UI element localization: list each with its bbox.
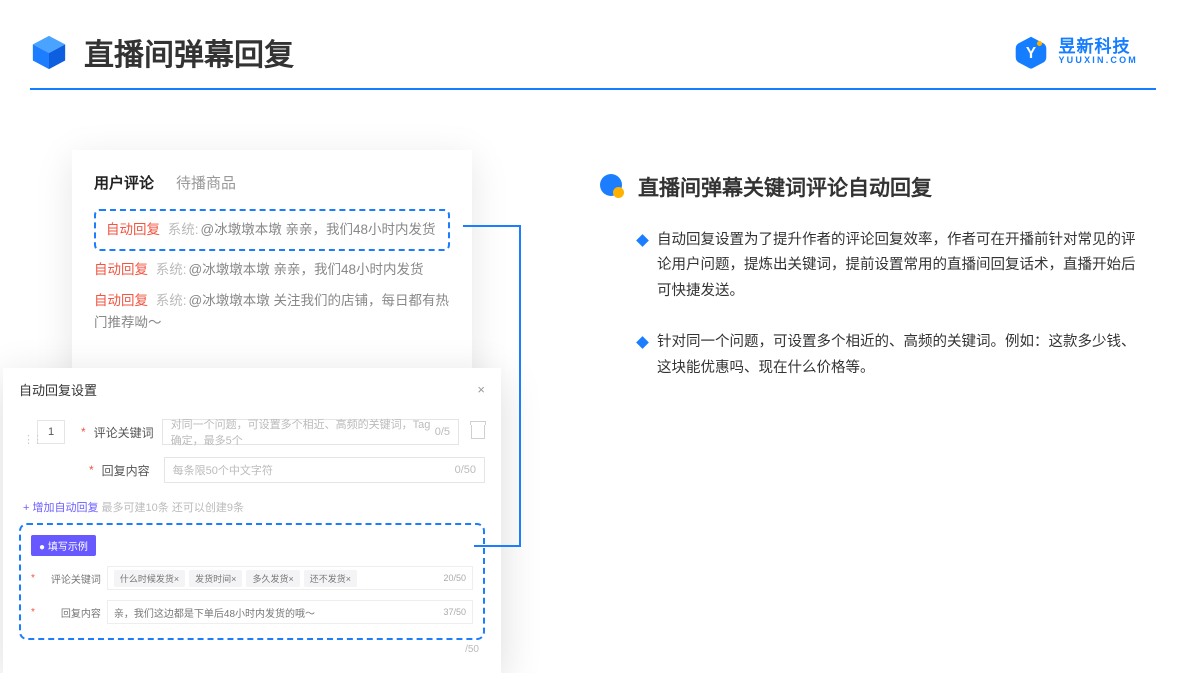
- header-divider: [30, 88, 1156, 90]
- add-link[interactable]: + 增加自动回复: [23, 502, 98, 514]
- add-auto-reply-link: + 增加自动回复 最多可建10条 还可以创建9条: [23, 499, 485, 515]
- keyword-chip[interactable]: 什么时候发货×: [114, 570, 185, 587]
- diamond-icon: [636, 234, 649, 247]
- example-reply-text: 亲，我们这边都是下单后48小时内发货的哦～ 37/50: [107, 600, 473, 624]
- keyword-row: ⋮⋮ 1 * 评论关键词 对同一个问题，可设置多个相近、高频的关键词，Tag确定…: [19, 419, 485, 445]
- connector: [463, 225, 521, 227]
- example-highlight: ● 填写示例 *评论关键词 什么时候发货× 发货时间× 多久发货× 还不发货× …: [19, 523, 485, 640]
- diamond-icon: [636, 336, 649, 349]
- bubble-icon: [600, 174, 626, 200]
- drag-handle-icon[interactable]: ⋮⋮: [23, 433, 41, 446]
- keyword-chip[interactable]: 发货时间×: [189, 570, 242, 587]
- title-block: 直播间弹幕回复: [30, 30, 294, 74]
- auto-reply-settings-modal: 自动回复设置 × ⋮⋮ 1 * 评论关键词 对同一个问题，可设置多个相近、高频的…: [3, 368, 501, 673]
- example-badge: ● 填写示例: [31, 535, 96, 556]
- comments-panel: 用户评论 待播商品 自动回复 系统:@冰墩墩本墩 亲亲，我们48小时内发货 自动…: [72, 150, 472, 396]
- outer-count: /50: [19, 644, 485, 655]
- keyword-label: 评论关键词: [94, 424, 154, 441]
- cube-icon: [30, 33, 68, 71]
- connector: [474, 545, 521, 547]
- brand-en: YUUXIN.COM: [1058, 56, 1138, 65]
- close-icon[interactable]: ×: [477, 382, 485, 397]
- modal-title: 自动回复设置: [19, 380, 97, 399]
- example-reply-row: *回复内容 亲，我们这边都是下单后48小时内发货的哦～ 37/50: [31, 600, 473, 624]
- page-title: 直播间弹幕回复: [84, 30, 294, 74]
- page-header: 直播间弹幕回复 Y 昱新科技 YUUXIN.COM: [0, 0, 1180, 74]
- section-title: 直播间弹幕关键词评论自动回复: [600, 172, 1140, 202]
- modal-header: 自动回复设置 ×: [19, 380, 485, 407]
- keyword-chip[interactable]: 还不发货×: [304, 570, 357, 587]
- comment-row: 自动回复 系统:@冰墩墩本墩 亲亲，我们48小时内发货: [106, 219, 438, 241]
- brand-cn: 昱新科技: [1058, 38, 1138, 56]
- example-keyword-chips: 什么时候发货× 发货时间× 多久发货× 还不发货× 20/50: [107, 566, 473, 590]
- brand-text: 昱新科技 YUUXIN.COM: [1058, 38, 1138, 65]
- left-illustration: 用户评论 待播商品 自动回复 系统:@冰墩墩本墩 亲亲，我们48小时内发货 自动…: [72, 150, 472, 396]
- example-keyword-row: *评论关键词 什么时候发货× 发货时间× 多久发货× 还不发货× 20/50: [31, 566, 473, 590]
- tab-user-comments[interactable]: 用户评论: [94, 172, 154, 193]
- tab-pending-products[interactable]: 待播商品: [176, 172, 236, 193]
- section-heading: 直播间弹幕关键词评论自动回复: [638, 172, 932, 202]
- add-hint: 最多可建10条 还可以创建9条: [102, 502, 244, 514]
- connector: [519, 225, 521, 545]
- reply-label: 回复内容: [102, 462, 156, 479]
- svg-text:Y: Y: [1026, 45, 1036, 62]
- bullet-item: 针对同一个问题，可设置多个相近的、高频的关键词。例如：这款多少钱、这块能优惠吗、…: [600, 330, 1140, 381]
- bullet-item: 自动回复设置为了提升作者的评论回复效率，作者可在开播前针对常见的评论用户问题，提…: [600, 228, 1140, 304]
- trash-icon[interactable]: [471, 425, 485, 439]
- comment-row: 自动回复 系统:@冰墩墩本墩 亲亲，我们48小时内发货: [94, 259, 450, 281]
- comment-tabs: 用户评论 待播商品: [94, 172, 450, 193]
- brand-mark-icon: Y: [1014, 35, 1048, 69]
- brand-logo: Y 昱新科技 YUUXIN.COM: [1014, 35, 1138, 69]
- row-number: 1: [37, 420, 65, 444]
- comment-row: 自动回复 系统:@冰墩墩本墩 关注我们的店铺，每日都有热门推荐呦～: [94, 290, 450, 335]
- keyword-chip[interactable]: 多久发货×: [246, 570, 299, 587]
- reply-input[interactable]: 每条限50个中文字符0/50: [164, 457, 485, 483]
- keyword-input[interactable]: 对同一个问题，可设置多个相近、高频的关键词，Tag确定，最多5个0/5: [162, 419, 459, 445]
- reply-row: * 回复内容 每条限50个中文字符0/50: [19, 457, 485, 483]
- highlighted-reply: 自动回复 系统:@冰墩墩本墩 亲亲，我们48小时内发货: [94, 209, 450, 251]
- right-content: 直播间弹幕关键词评论自动回复 自动回复设置为了提升作者的评论回复效率，作者可在开…: [600, 172, 1140, 407]
